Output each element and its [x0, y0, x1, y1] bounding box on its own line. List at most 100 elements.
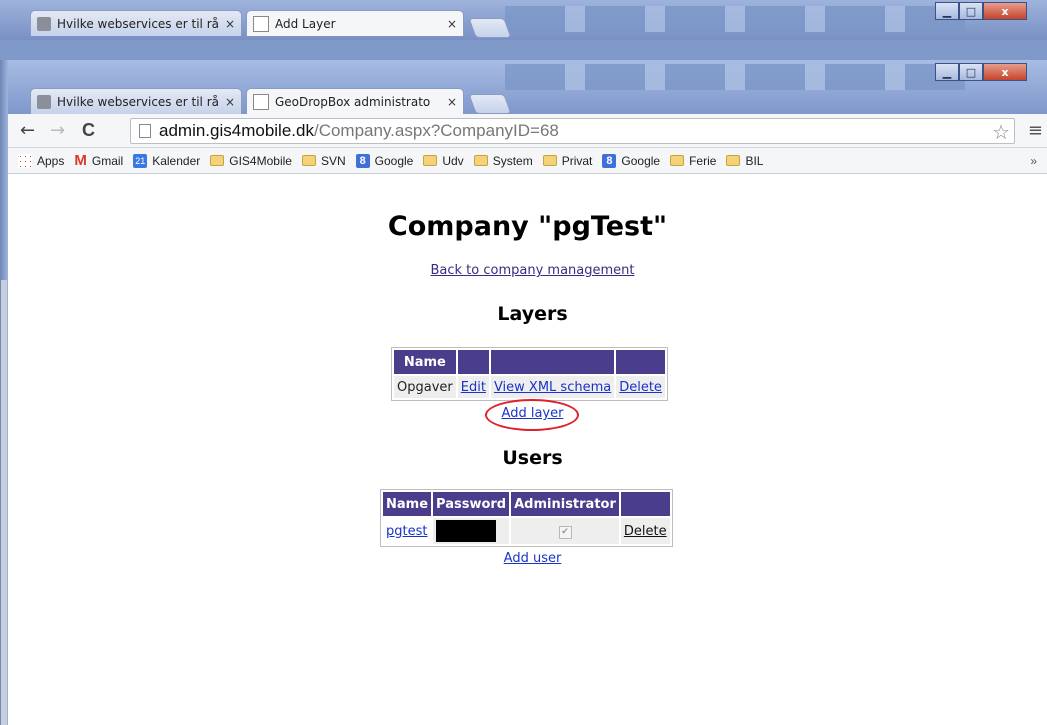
close-window-button[interactable]: x [983, 63, 1027, 81]
google-icon: 8 [355, 153, 370, 168]
bookmarks-overflow-icon[interactable]: » [1030, 154, 1037, 168]
new-tab-button[interactable] [468, 94, 512, 114]
bookmark-label: Google [621, 153, 661, 168]
close-icon[interactable]: × [447, 17, 457, 31]
folder-icon [542, 155, 557, 166]
close-window-button[interactable]: x [983, 2, 1027, 20]
bookmark-gmail[interactable]: M Gmail [74, 153, 124, 168]
bookmark-udv[interactable]: Udv [423, 153, 464, 168]
users-heading: Users [502, 447, 563, 469]
back-arrow-icon[interactable]: ← [20, 120, 35, 141]
page-favicon-icon [253, 15, 269, 32]
table-header-row: Name Password Administrator [383, 492, 670, 516]
reload-icon[interactable]: C [82, 120, 95, 141]
tab-1[interactable]: Hvilke webservices er til rå × [30, 88, 242, 114]
layer-name: Opgaver [394, 376, 456, 398]
administrator-checkbox[interactable]: ✔ [558, 526, 572, 539]
tab-label: Hvilke webservices er til rå [57, 94, 219, 109]
add-user-link[interactable]: Add user [8, 551, 1047, 566]
folder-icon [210, 155, 225, 166]
url-path: /Company.aspx?CompanyID=68 [313, 121, 559, 140]
page-icon [139, 124, 151, 138]
close-icon[interactable]: × [447, 95, 457, 109]
bookmarks-bar: Apps M Gmail 21 Kalender GIS4Mobile SVN 8G… [8, 148, 1047, 174]
bookmark-label: System [492, 153, 533, 168]
delete-layer-link[interactable]: Delete [619, 380, 662, 395]
folder-icon [473, 155, 488, 166]
tab-label: Hvilke webservices er til rå [57, 16, 219, 31]
bookmark-label: Udv [442, 153, 464, 168]
password-redacted [436, 520, 497, 542]
minimize-button[interactable]: ▁ [935, 2, 959, 20]
address-bar[interactable]: admin.gis4mobile.dk/Company.aspx?Company… [130, 118, 1015, 144]
maximize-button[interactable]: □ [959, 2, 983, 20]
column-header-name: Name [394, 350, 456, 374]
layers-table: Name Opgaver Edit View XML schema Delete [391, 347, 668, 401]
window-left-edge [0, 60, 8, 725]
minimize-button[interactable]: ▁ [935, 63, 959, 81]
menu-icon[interactable]: ≡ [1028, 120, 1043, 141]
bookmark-label: BIL [745, 153, 764, 168]
user-name-link[interactable]: pgtest [386, 524, 427, 539]
view-xml-schema-link[interactable]: View XML schema [494, 380, 611, 395]
bookmark-apps[interactable]: Apps [18, 153, 65, 168]
folder-icon [423, 155, 438, 166]
bookmark-gis4mobile[interactable]: GIS4Mobile [210, 154, 292, 168]
calendar-icon: 21 [133, 153, 148, 168]
bookmark-google[interactable]: 8 Google [355, 153, 414, 168]
column-header [620, 492, 670, 516]
maximize-button[interactable]: □ [959, 63, 983, 81]
bbr-favicon-icon [37, 94, 51, 109]
background-window-controls: ▁ □ x [935, 2, 1027, 20]
layers-heading: Layers [497, 303, 568, 325]
page-favicon-icon [253, 93, 269, 110]
background-window: Hvilke webservices er til rå × Add Layer… [0, 0, 1047, 60]
bookmark-google-2[interactable]: 8 Google [602, 153, 661, 168]
bookmark-system[interactable]: System [473, 153, 533, 168]
bookmark-label: Apps [37, 153, 65, 168]
forward-arrow-icon[interactable]: → [50, 120, 65, 141]
page-content: Company "pgTest" Back to company managem… [8, 175, 1047, 725]
google-icon: 8 [602, 153, 617, 168]
bookmark-label: Gmail [91, 153, 124, 168]
back-to-company-management-link[interactable]: Back to company management [8, 263, 1047, 278]
tab-label: Add Layer [275, 16, 336, 31]
browser-toolbar: ← → C admin.gis4mobile.dk/Company.aspx?C… [8, 114, 1047, 148]
bookmark-svn[interactable]: SVN [301, 154, 346, 168]
bookmark-star-icon[interactable]: ☆ [992, 120, 1010, 144]
close-icon[interactable]: × [225, 17, 235, 31]
window-controls: ▁ □ x [935, 63, 1027, 81]
table-row: Opgaver Edit View XML schema Delete [394, 376, 665, 398]
users-table: Name Password Administrator pgtest ✔ Del… [380, 489, 673, 547]
bookmark-kalender[interactable]: 21 Kalender [133, 153, 201, 168]
delete-user-link[interactable]: Delete [624, 524, 667, 539]
bookmark-label: Google [374, 153, 414, 168]
scrollbar-thumb[interactable] [1, 280, 7, 725]
background-tab-1[interactable]: Hvilke webservices er til rå × [30, 10, 242, 36]
highlight-annotation-ellipse [485, 399, 579, 431]
tabstrip: Hvilke webservices er til rå × GeoDropBo… [8, 60, 1047, 114]
tab-2-active[interactable]: GeoDropBox administrato × [246, 88, 464, 114]
background-tab-2[interactable]: Add Layer × [246, 10, 464, 36]
column-header-administrator: Administrator [511, 492, 619, 516]
tab-label: GeoDropBox administrato [275, 94, 431, 109]
bookmark-bil[interactable]: BIL [726, 154, 763, 168]
folder-icon [726, 155, 741, 166]
folder-icon [301, 155, 316, 166]
bookmark-privat[interactable]: Privat [542, 153, 593, 168]
bookmark-label: Privat [561, 153, 593, 168]
blurred-background-content [505, 64, 965, 90]
bookmark-label: Kalender [152, 153, 201, 168]
bookmark-ferie[interactable]: Ferie [670, 154, 716, 168]
close-icon[interactable]: × [225, 95, 235, 109]
edit-layer-link[interactable]: Edit [461, 380, 486, 395]
bookmark-label: GIS4Mobile [229, 153, 292, 168]
table-row: pgtest ✔ Delete [383, 518, 670, 544]
new-tab-button[interactable] [468, 18, 512, 38]
folder-icon [670, 155, 685, 166]
bbr-favicon-icon [37, 16, 51, 31]
column-header [457, 350, 489, 374]
blurred-background-content [505, 6, 965, 32]
page-title: Company "pgTest" [387, 211, 668, 242]
table-header-row: Name [394, 350, 665, 374]
